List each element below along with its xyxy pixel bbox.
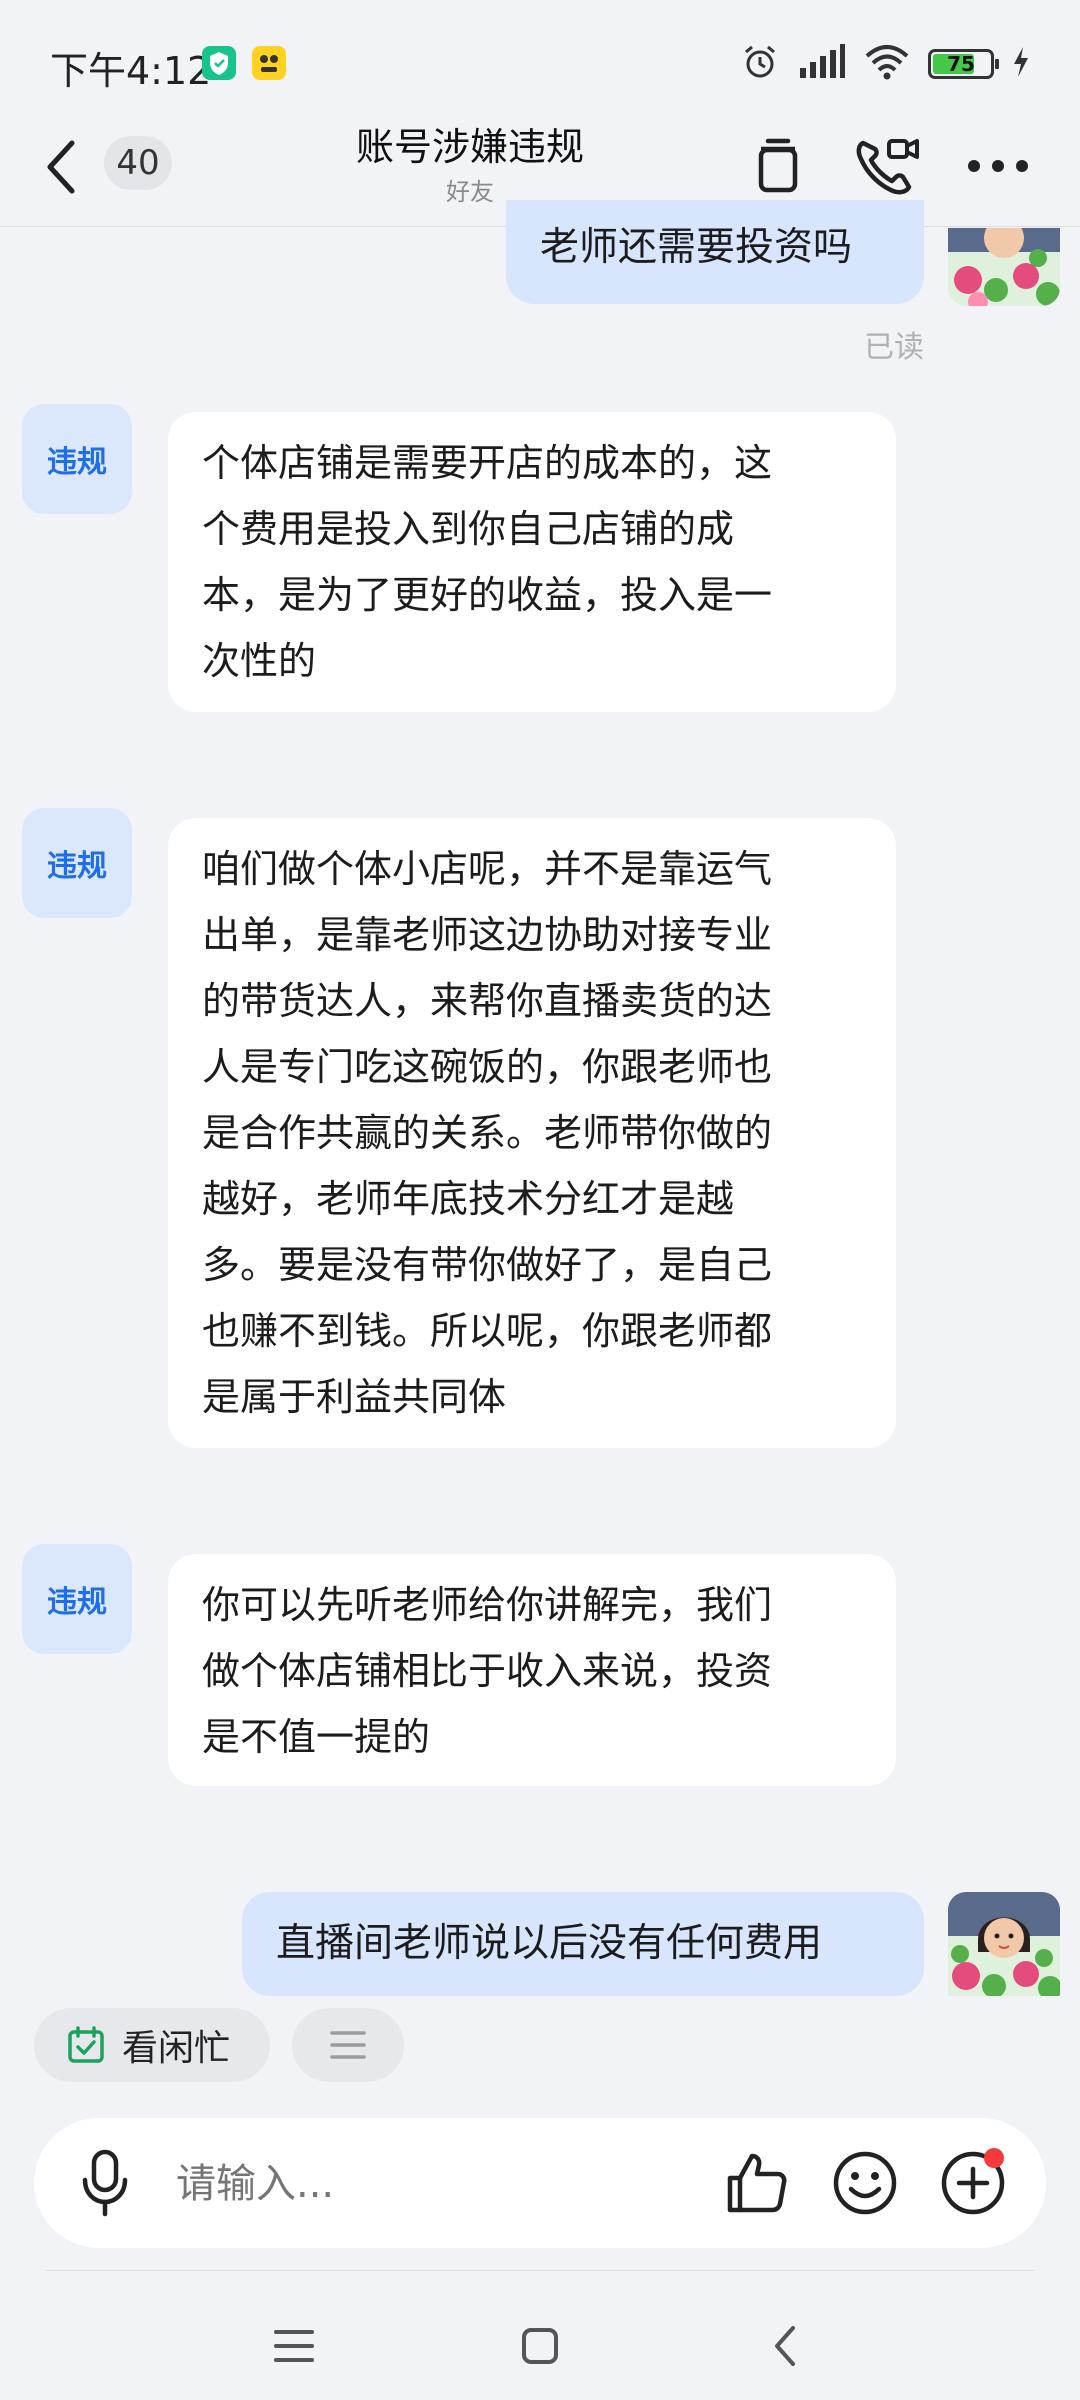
sender-tag-label: 违规 bbox=[47, 1585, 107, 1620]
alarm-icon bbox=[740, 42, 780, 86]
menu-chip[interactable] bbox=[292, 2008, 404, 2082]
sender-avatar-tag[interactable]: 违规 bbox=[22, 808, 132, 918]
more-icon bbox=[968, 160, 1028, 172]
incoming-message[interactable]: 咱们做个体小店呢，并不是靠运气 出单，是靠老师这边协助对接专业 的带货达人，来帮… bbox=[168, 818, 896, 1448]
like-button[interactable] bbox=[718, 2144, 796, 2222]
voice-button[interactable] bbox=[66, 2144, 144, 2222]
sender-avatar-tag[interactable]: 违规 bbox=[22, 1544, 132, 1654]
sender-tag-label: 违规 bbox=[47, 445, 107, 480]
message-line: 咱们做个体小店呢，并不是靠运气 bbox=[202, 847, 773, 891]
incoming-message[interactable]: 你可以先听老师给你讲解完，我们 做个体店铺相比于收入来说，投资 是不值一提的 bbox=[168, 1554, 896, 1786]
wifi-icon bbox=[864, 44, 910, 84]
message-line: 个体店铺是需要开店的成本的，这 bbox=[202, 441, 773, 485]
recents-button[interactable] bbox=[262, 2314, 326, 2378]
emoji-icon bbox=[833, 2151, 897, 2215]
message-line: 人是专门吃这碗饭的，你跟老师也 bbox=[202, 1045, 773, 1089]
outgoing-message[interactable]: 老师还需要投资吗 bbox=[506, 200, 924, 304]
video-call-button[interactable] bbox=[852, 130, 924, 202]
status-bar: 下午4:12 75 bbox=[0, 0, 1080, 110]
home-icon bbox=[522, 2328, 558, 2364]
battery-icon: 75 bbox=[928, 49, 999, 79]
back-nav-icon bbox=[775, 2326, 795, 2366]
thumbs-up-icon bbox=[727, 2153, 787, 2213]
message-line: 次性的 bbox=[202, 639, 317, 683]
message-line: 本，是为了更好的收益，投入是一 bbox=[202, 573, 773, 617]
shield-app-icon bbox=[202, 46, 236, 80]
availability-chip[interactable]: 看闲忙 bbox=[34, 2008, 270, 2082]
calendar-check-icon bbox=[66, 2025, 106, 2065]
home-button[interactable] bbox=[508, 2314, 572, 2378]
user-avatar[interactable] bbox=[948, 1892, 1060, 1996]
video-call-icon bbox=[856, 139, 919, 195]
message-input[interactable] bbox=[176, 2156, 676, 2212]
more-button[interactable] bbox=[962, 130, 1034, 202]
message-line: 是合作共赢的关系。老师带你做的 bbox=[202, 1111, 773, 1155]
message-line: 的带货达人，来帮你直播卖货的达 bbox=[202, 979, 773, 1023]
message-line: 你可以先听老师给你讲解完，我们 bbox=[202, 1583, 773, 1627]
message-line: 是属于利益共同体 bbox=[202, 1375, 507, 1419]
notification-dot bbox=[984, 2148, 1004, 2168]
system-nav-bar bbox=[0, 2290, 1080, 2400]
outgoing-message[interactable]: 直播间老师说以后没有任何费用 bbox=[242, 1892, 924, 1996]
message-line: 多。要是没有带你做好了，是自己 bbox=[202, 1243, 773, 1287]
recents-icon bbox=[274, 2330, 314, 2362]
status-time: 下午4:12 bbox=[50, 49, 212, 93]
delete-icon bbox=[758, 138, 798, 193]
menu-icon bbox=[328, 2028, 368, 2062]
message-line: 出单，是靠老师这边协助对接专业 bbox=[202, 913, 773, 957]
message-line: 越好，老师年底技术分红才是越 bbox=[202, 1177, 735, 1221]
sender-avatar-tag[interactable]: 违规 bbox=[22, 404, 132, 514]
availability-chip-label: 看闲忙 bbox=[122, 2028, 231, 2069]
emoji-button[interactable] bbox=[826, 2144, 904, 2222]
back-nav-button[interactable] bbox=[754, 2314, 818, 2378]
battery-level: 75 bbox=[947, 52, 975, 76]
incoming-message[interactable]: 个体店铺是需要开店的成本的，这 个费用是投入到你自己店铺的成 本，是为了更好的收… bbox=[168, 412, 896, 712]
signal-icon bbox=[798, 44, 846, 84]
message-input-bar bbox=[34, 2118, 1046, 2248]
message-line: 也赚不到钱。所以呢，你跟老师都 bbox=[202, 1309, 773, 1353]
message-line: 做个体店铺相比于收入来说，投资 bbox=[202, 1649, 773, 1693]
message-text: 老师还需要投资吗 bbox=[540, 225, 853, 270]
delete-button[interactable] bbox=[742, 130, 814, 202]
microphone-icon bbox=[82, 2149, 128, 2217]
message-line: 是不值一提的 bbox=[202, 1715, 431, 1759]
divider bbox=[46, 2270, 1034, 2271]
yellow-app-icon bbox=[252, 46, 286, 80]
message-line: 个费用是投入到你自己店铺的成 bbox=[202, 507, 735, 551]
message-text: 直播间老师说以后没有任何费用 bbox=[276, 1921, 823, 1966]
sender-tag-label: 违规 bbox=[47, 849, 107, 884]
charging-icon bbox=[1012, 46, 1030, 82]
read-status: 已读 bbox=[864, 330, 924, 365]
user-avatar[interactable] bbox=[948, 228, 1060, 306]
add-button[interactable] bbox=[934, 2144, 1012, 2222]
